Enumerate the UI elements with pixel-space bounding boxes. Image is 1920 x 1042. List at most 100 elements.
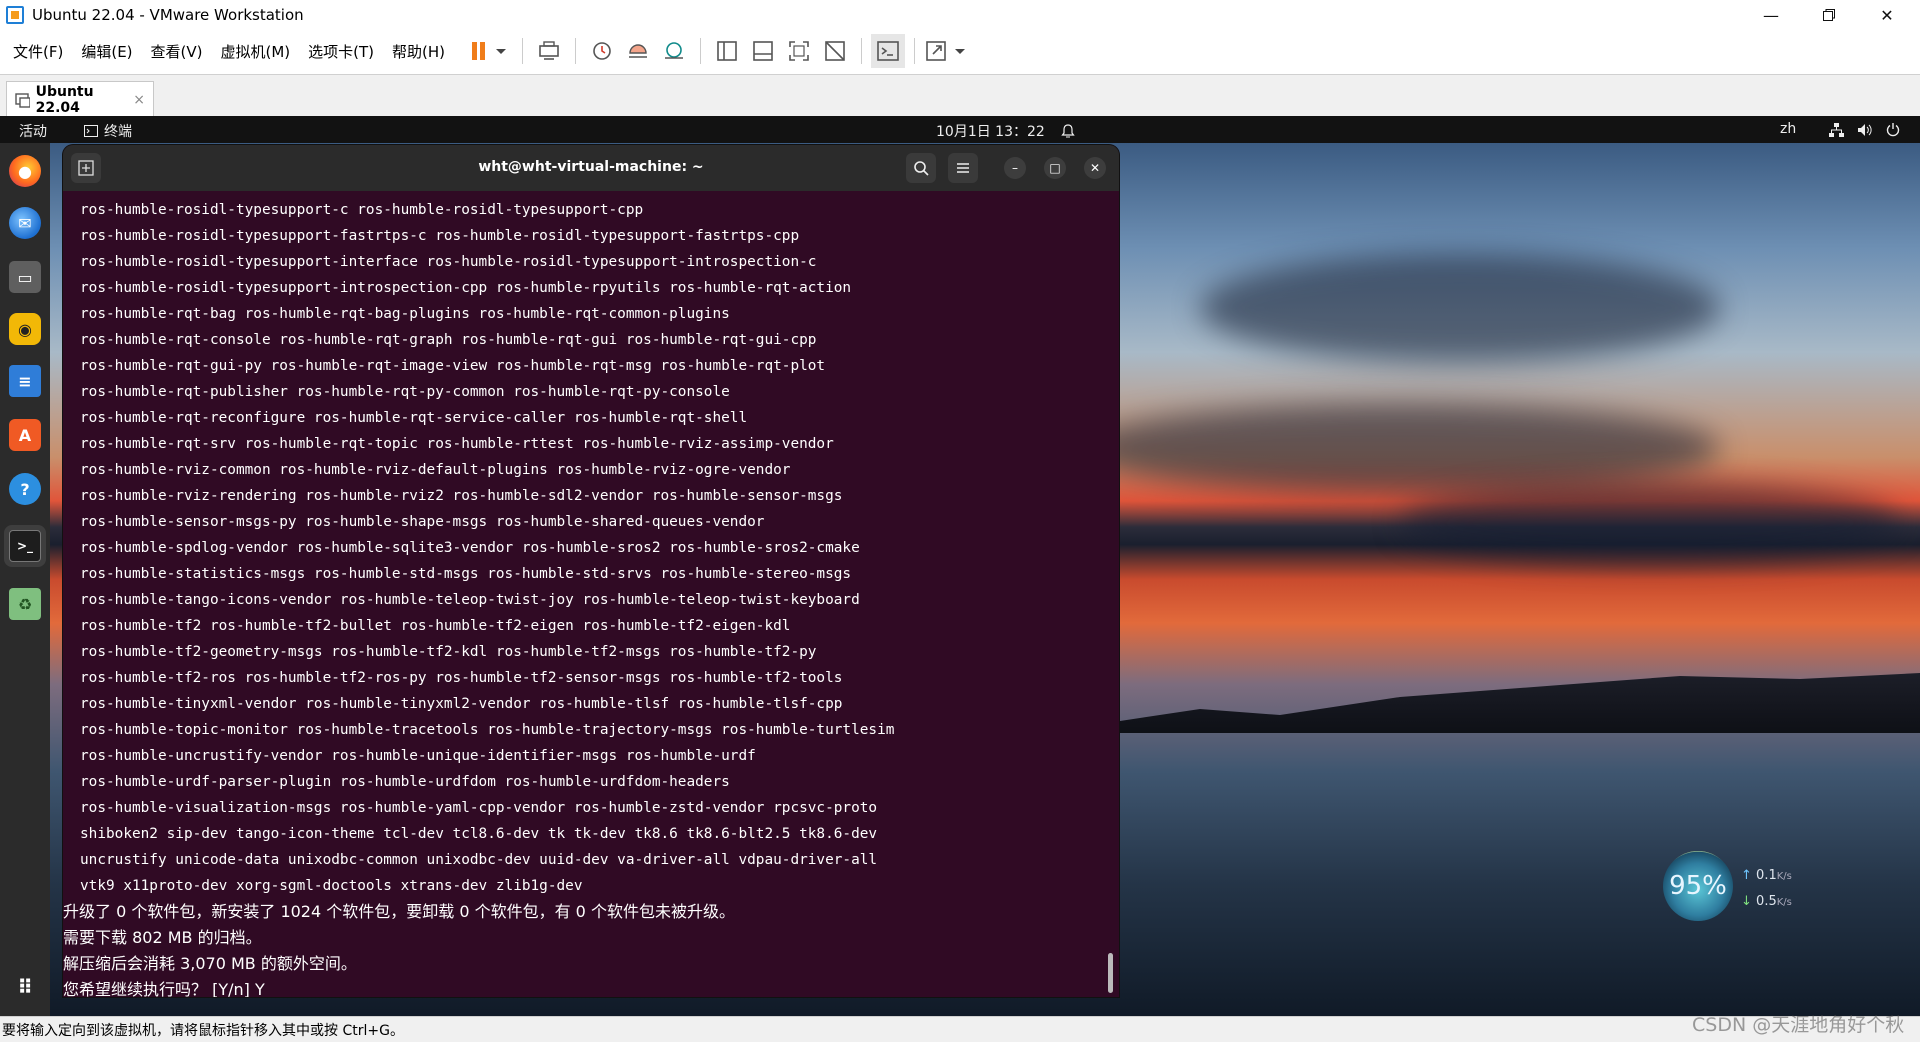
- rhythmbox-icon[interactable]: ◉: [9, 313, 41, 345]
- restore-icon: [1823, 9, 1835, 21]
- speed-percent: 95%: [1663, 851, 1733, 921]
- terminal-line: ros-humble-statistics-msgs ros-humble-st…: [80, 566, 852, 582]
- writer-icon[interactable]: ≡: [9, 365, 41, 397]
- terminal-line: ros-humble-rosidl-typesupport-interface …: [80, 254, 817, 270]
- vmware-menubar: 文件(F) 编辑(E) 查看(V) 虚拟机(M) 选项卡(T) 帮助(H): [0, 30, 1920, 72]
- volume-icon[interactable]: [1857, 123, 1872, 137]
- terminal-summary-line: 升级了 0 个软件包，新安装了 1024 个软件包，要卸载 0 个软件包，有 0…: [63, 902, 735, 921]
- terminal-line: ros-humble-rosidl-typesupport-fastrtps-c…: [80, 228, 800, 244]
- upload-speed: ↑ 0.1K/s: [1741, 868, 1792, 883]
- terminal-line: ros-humble-uncrustify-vendor ros-humble-…: [80, 748, 756, 764]
- tab-label: Ubuntu 22.04: [35, 83, 94, 116]
- menu-tabs[interactable]: 选项卡(T): [299, 30, 383, 72]
- clock-text: 10月1日 13：22: [936, 124, 1045, 140]
- terminal-line: ros-humble-rviz-rendering ros-humble-rvi…: [80, 488, 843, 504]
- terminal-line: ros-humble-sensor-msgs-py ros-humble-sha…: [80, 514, 765, 530]
- terminal-line: ros-humble-rqt-publisher ros-humble-rqt-…: [80, 384, 730, 400]
- terminal-line: ros-humble-spdlog-vendor ros-humble-sqli…: [80, 540, 860, 556]
- vmware-logo-icon: [6, 6, 24, 24]
- terminal-scrollbar[interactable]: [1108, 953, 1113, 993]
- show-apps-icon[interactable]: ⠿: [9, 971, 41, 1003]
- show-thumbnail-button[interactable]: [746, 34, 780, 68]
- terminal-line: ros-humble-tf2-ros ros-humble-tf2-ros-py…: [80, 670, 843, 686]
- send-ctrl-alt-del-button[interactable]: [532, 34, 566, 68]
- firefox-icon[interactable]: ●: [9, 155, 41, 187]
- terminal-maximize-button[interactable]: □: [1044, 157, 1066, 179]
- snapshot-manager-button[interactable]: [657, 34, 691, 68]
- files-icon[interactable]: ▭: [9, 261, 41, 293]
- terminal-minimize-button[interactable]: –: [1004, 157, 1026, 179]
- terminal-line: ros-humble-rqt-gui-py ros-humble-rqt-ima…: [80, 358, 826, 374]
- help-icon[interactable]: ?: [9, 473, 41, 505]
- upload-arrow-icon: ↑: [1741, 868, 1752, 883]
- minimize-button[interactable]: —: [1742, 0, 1800, 30]
- fullscreen-icon: [789, 41, 809, 61]
- activities-button[interactable]: 活动: [19, 121, 47, 141]
- close-window-button[interactable]: ✕: [1858, 0, 1916, 30]
- thunderbird-icon[interactable]: ✉: [9, 207, 41, 239]
- menu-help[interactable]: 帮助(H): [383, 30, 454, 72]
- download-speed: ↓ 0.5K/s: [1741, 894, 1792, 909]
- terminal-line: ros-humble-tango-icons-vendor ros-humble…: [80, 592, 860, 608]
- menu-file[interactable]: 文件(F): [4, 30, 72, 72]
- terminal-line: ros-humble-rosidl-typesupport-introspect…: [80, 280, 852, 296]
- ubuntu-dock: ● ✉ ▭ ◉ ≡ A ? >_ ♻ ⠿: [0, 143, 50, 1016]
- vmware-titlebar: Ubuntu 22.04 - VMware Workstation — ✕: [0, 0, 1920, 30]
- thumbnail-layout-icon: [753, 41, 773, 61]
- terminal-line: vtk9 x11proto-dev xorg-sgml-doctools xtr…: [80, 878, 583, 894]
- terminal-dock-icon[interactable]: >_: [9, 530, 41, 562]
- terminal-window[interactable]: wht@wht-virtual-machine: ~ – □ ✕ ros-hum…: [63, 145, 1119, 997]
- menu-edit[interactable]: 编辑(E): [72, 30, 141, 72]
- terminal-line: ros-humble-visualization-msgs ros-humble…: [80, 800, 878, 816]
- pause-icon: [472, 42, 507, 60]
- console-icon: [877, 41, 899, 61]
- terminal-headerbar[interactable]: wht@wht-virtual-machine: ~ – □ ✕: [63, 145, 1119, 191]
- tab-ubuntu[interactable]: Ubuntu 22.04 ×: [6, 81, 154, 117]
- clock[interactable]: 10月1日 13：22: [936, 121, 1075, 141]
- download-value: 0.5: [1756, 894, 1777, 909]
- terminal-search-button[interactable]: [906, 153, 936, 183]
- statusbar-text: 要将输入定向到该虚拟机，请将鼠标指针移入其中或按 Ctrl+G。: [2, 1022, 404, 1039]
- software-center-icon[interactable]: A: [9, 419, 41, 451]
- restore-button[interactable]: [1800, 0, 1858, 30]
- vmware-statusbar: 要将输入定向到该虚拟机，请将鼠标指针移入其中或按 Ctrl+G。: [0, 1016, 1920, 1042]
- menu-vm[interactable]: 虚拟机(M): [212, 30, 300, 72]
- hamburger-icon: [957, 163, 969, 173]
- fullscreen-button[interactable]: [782, 34, 816, 68]
- tab-close-button[interactable]: ×: [133, 92, 145, 108]
- download-unit: K/s: [1776, 897, 1792, 908]
- unity-icon: [825, 41, 845, 61]
- console-view-button[interactable]: [871, 34, 906, 68]
- window-title: Ubuntu 22.04 - VMware Workstation: [32, 6, 304, 24]
- trash-icon[interactable]: ♻: [9, 588, 41, 620]
- snapshot-button[interactable]: [585, 34, 619, 68]
- terminal-line: uncrustify unicode-data unixodbc-common …: [80, 852, 878, 868]
- revert-snapshot-button[interactable]: [621, 34, 655, 68]
- revert-snapshot-icon: [629, 44, 648, 58]
- stretch-guest-button[interactable]: [924, 34, 970, 68]
- pause-vm-button[interactable]: [467, 34, 513, 68]
- input-method-indicator[interactable]: zh: [1780, 121, 1796, 137]
- terminal-line: ros-humble-rosidl-typesupport-c ros-humb…: [80, 202, 644, 218]
- terminal-close-button[interactable]: ✕: [1084, 157, 1106, 179]
- terminal-summary-line: 解压缩后会消耗 3,070 MB 的额外空间。: [63, 954, 357, 973]
- terminal-line: ros-humble-rqt-srv ros-humble-rqt-topic …: [80, 436, 834, 452]
- power-icon[interactable]: [1886, 122, 1900, 137]
- vm-tabstrip: Ubuntu 22.04 ×: [0, 74, 1920, 117]
- search-icon: [914, 161, 929, 176]
- terminal-output[interactable]: ros-humble-rosidl-typesupport-c ros-humb…: [63, 191, 1119, 997]
- upload-unit: K/s: [1776, 871, 1792, 882]
- install-summary: 升级了 0 个软件包，新安装了 1024 个软件包，要卸载 0 个软件包，有 0…: [63, 899, 1119, 997]
- network-icon[interactable]: [1829, 123, 1844, 137]
- unity-button[interactable]: [818, 34, 852, 68]
- keyboard-icon: [539, 41, 559, 60]
- terminal-line: ros-humble-rqt-reconfigure ros-humble-rq…: [80, 410, 748, 426]
- show-library-button[interactable]: [710, 34, 744, 68]
- csdn-watermark: CSDN @天涯地角好个秋: [1692, 1014, 1905, 1036]
- menu-view[interactable]: 查看(V): [142, 30, 212, 72]
- sidebar-layout-icon: [717, 41, 737, 61]
- terminal-line: ros-humble-topic-monitor ros-humble-trac…: [80, 722, 895, 738]
- app-menu[interactable]: 终端: [84, 121, 132, 141]
- terminal-menu-button[interactable]: [948, 153, 978, 183]
- app-menu-label: 终端: [104, 124, 132, 140]
